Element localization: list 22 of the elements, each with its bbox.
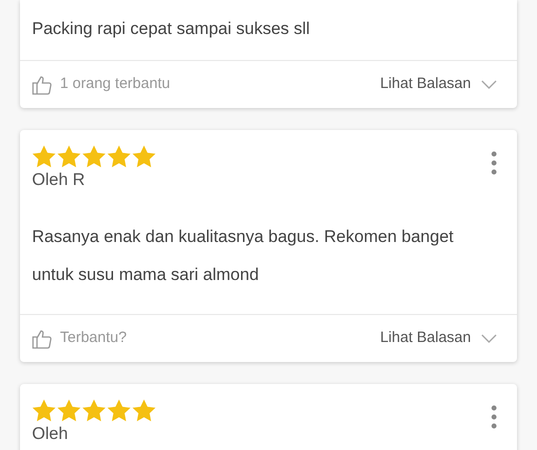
chevron-down-icon[interactable] xyxy=(481,80,497,90)
more-options-icon[interactable] xyxy=(491,405,497,429)
star-icon xyxy=(57,145,81,168)
more-options-icon[interactable] xyxy=(491,151,497,175)
thumbs-up-icon xyxy=(32,74,52,94)
star-icon xyxy=(107,399,131,422)
star-icon xyxy=(57,399,81,422)
view-replies-button[interactable]: Lihat Balasan xyxy=(380,327,471,350)
star-icon xyxy=(32,145,56,168)
star-icon xyxy=(132,399,156,422)
star-icon xyxy=(82,145,106,168)
view-replies-button[interactable]: Lihat Balasan xyxy=(380,73,471,96)
reviewer-name: Oleh R xyxy=(32,170,86,190)
star-icon xyxy=(132,145,156,168)
review-text: Packing rapi cepat sampai sukses sll xyxy=(32,18,311,40)
review-text: Rasanya enak dan kualitasnya bagus. Rekomen banget untuk susu mama sari almond xyxy=(32,226,455,286)
reviewer-name: Oleh xyxy=(32,424,69,444)
star-icon xyxy=(107,145,131,168)
star-icon xyxy=(32,399,56,422)
thumbs-up-icon xyxy=(32,328,52,348)
star-icon xyxy=(82,399,106,422)
chevron-down-icon[interactable] xyxy=(481,334,497,344)
